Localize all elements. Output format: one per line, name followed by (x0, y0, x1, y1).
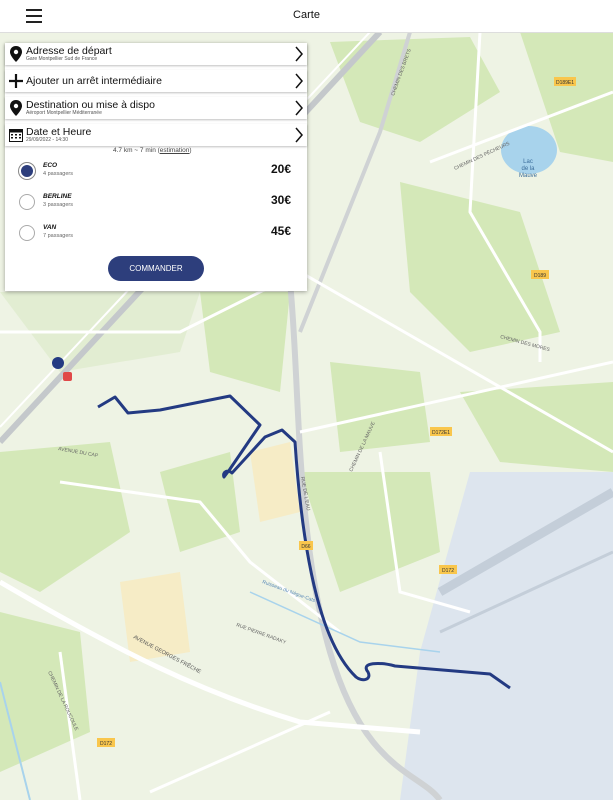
vehicle-name: BERLINE (43, 193, 72, 200)
chevron-right-icon (295, 73, 303, 89)
datetime-value: 29/09/2022 - 14:30 (26, 137, 68, 143)
order-button[interactable]: COMMANDER (108, 256, 204, 281)
vehicle-passengers: 7 passagers (43, 233, 73, 239)
road-badge: D66 (301, 544, 310, 550)
departure-value: Gare Montpellier Sud de France (26, 56, 98, 62)
destination-field[interactable]: Destination ou mise à dispo Aéroport Mon… (5, 97, 307, 119)
stopover-label: Ajouter un arrêt intermédiaire (26, 75, 162, 87)
vehicle-option-van[interactable]: VAN 7 passagers 45€ (19, 223, 299, 245)
road-badge: D172 (100, 741, 112, 747)
stopover-field[interactable]: Ajouter un arrêt intermédiaire (5, 70, 307, 92)
destination-value: Aéroport Montpellier Méditerranée (26, 110, 102, 116)
radio-selected[interactable] (19, 163, 35, 179)
road-badge: D172 (442, 568, 454, 574)
calendar-icon (9, 129, 23, 142)
radio-unselected[interactable] (19, 225, 35, 241)
location-pin-icon (10, 46, 22, 62)
chevron-right-icon (295, 100, 303, 116)
top-bar: Carte (0, 0, 613, 33)
booking-panel: Adresse de départ Gare Montpellier Sud d… (5, 43, 307, 291)
road-badge: D172E1 (432, 430, 450, 436)
train-station-icon (63, 372, 72, 381)
vehicle-option-berline[interactable]: BERLINE 3 passagers 30€ (19, 192, 299, 214)
vehicle-name: ECO (43, 162, 58, 169)
trip-estimate: 4.7 km ~ 7 min (estimation) (113, 147, 192, 154)
vehicle-price: 20€ (270, 162, 291, 176)
vehicle-name: VAN (43, 224, 57, 231)
vehicle-option-eco[interactable]: ECO 4 passagers 20€ (19, 161, 299, 183)
vehicle-passengers: 4 passagers (43, 171, 73, 177)
estimate-link[interactable]: estimation (160, 147, 190, 154)
vehicle-price: 45€ (270, 224, 291, 238)
start-marker (52, 357, 64, 369)
datetime-field[interactable]: Date et Heure 29/09/2022 - 14:30 (5, 124, 307, 146)
chevron-right-icon (295, 127, 303, 143)
chevron-right-icon (295, 46, 303, 62)
road-badge: D189 (534, 273, 546, 279)
vehicle-price: 30€ (270, 193, 291, 207)
location-pin-icon (10, 100, 22, 116)
radio-unselected[interactable] (19, 194, 35, 210)
lake-label: de la (521, 166, 535, 172)
plus-icon (9, 74, 23, 88)
lake-label: Mauve (519, 173, 538, 179)
vehicle-passengers: 3 passagers (43, 202, 73, 208)
lake-label: Lac (523, 159, 533, 165)
page-title: Carte (293, 9, 320, 21)
road-badge: D189E1 (556, 80, 574, 86)
departure-field[interactable]: Adresse de départ Gare Montpellier Sud d… (5, 43, 307, 65)
